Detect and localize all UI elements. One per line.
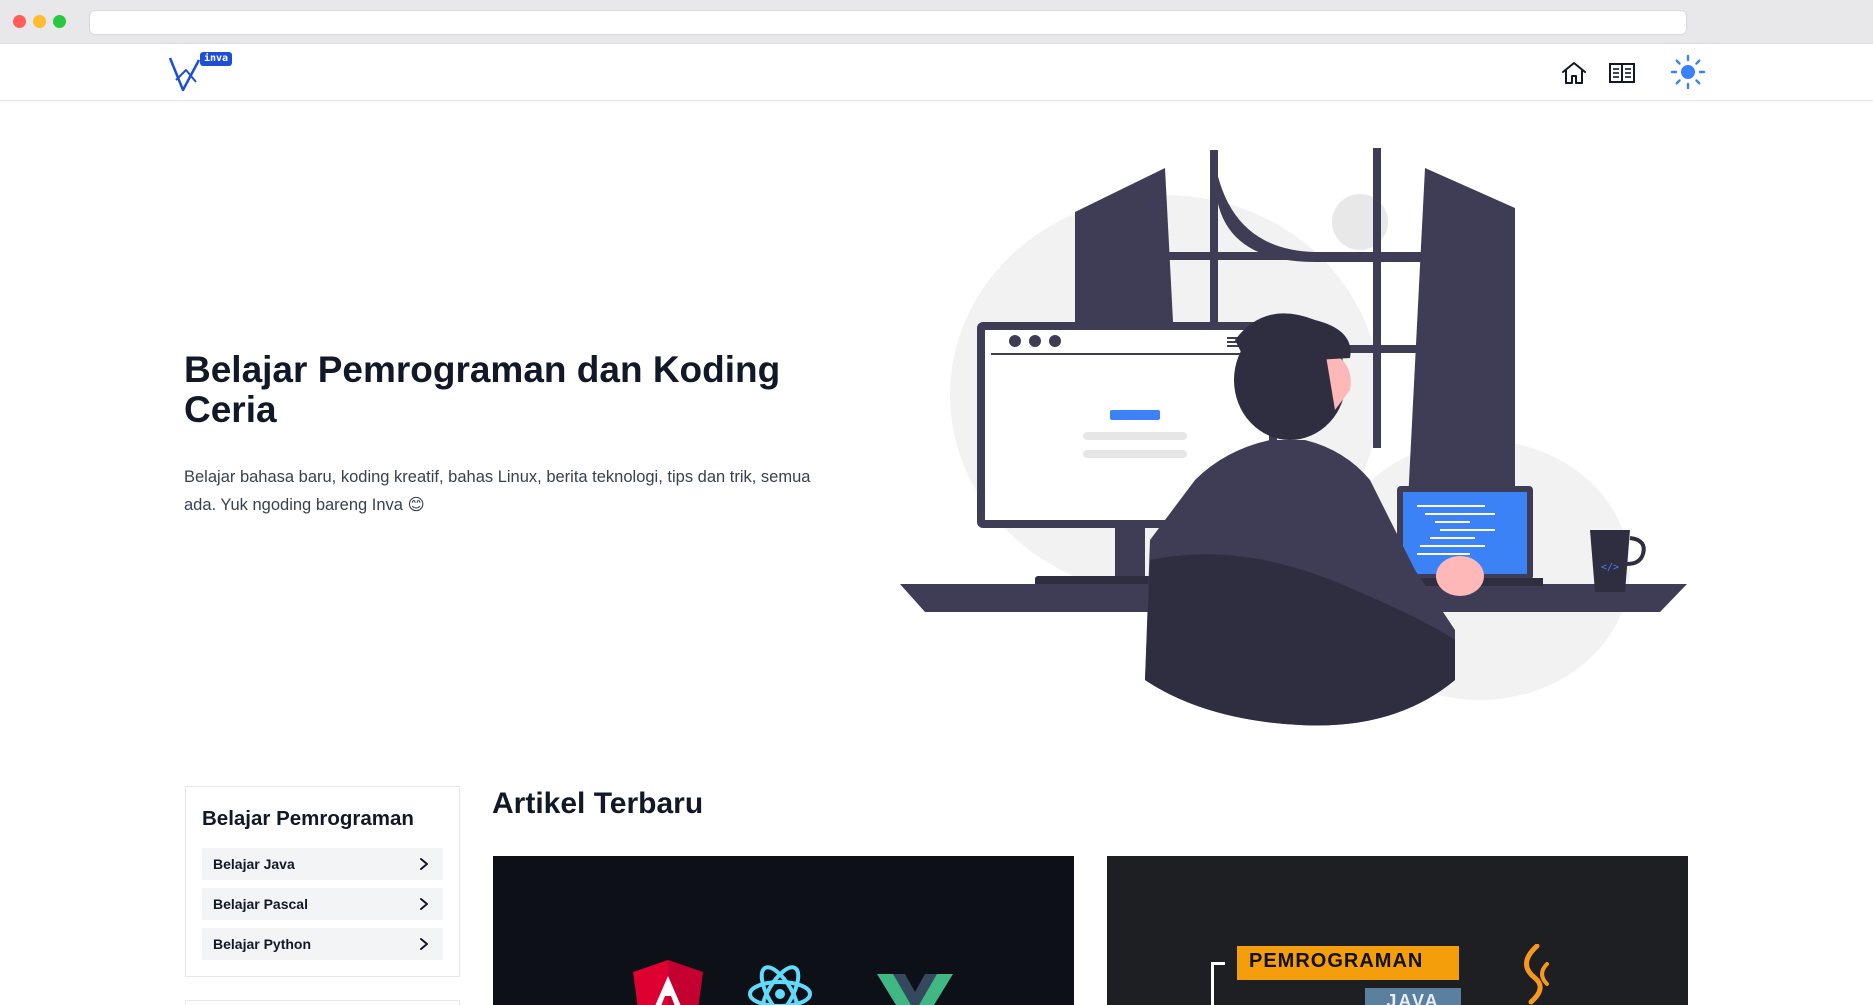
sidebar-title: Belajar Pemrograman: [202, 807, 414, 830]
svg-text:</>: </>: [1601, 562, 1619, 573]
sidebar-card: Belajar Pemrograman Belajar Java Belajar…: [185, 786, 460, 977]
sidebar-item-label: Belajar Java: [213, 856, 295, 872]
article-card[interactable]: [493, 856, 1074, 1005]
cover-subtitle: JAVA: [1365, 988, 1461, 1005]
sun-icon[interactable]: [1670, 54, 1706, 90]
sidebar-item-pascal[interactable]: Belajar Pascal: [202, 888, 443, 920]
vue-icon: [877, 974, 953, 1005]
maximize-window-button[interactable]: [53, 15, 66, 28]
article-cover-image: [633, 960, 953, 1005]
site-header: inva: [0, 44, 1873, 101]
logo-badge: inva: [200, 52, 233, 66]
browser-chrome: [0, 0, 1873, 44]
sidebar-item-label: Belajar Python: [213, 936, 312, 952]
cover-bracket: [1211, 962, 1225, 1005]
minimize-window-button[interactable]: [33, 15, 46, 28]
close-window-button[interactable]: [13, 15, 26, 28]
chevron-right-icon: [420, 938, 428, 950]
book-icon[interactable]: [1607, 58, 1637, 88]
home-icon[interactable]: [1559, 58, 1589, 88]
articles-section-title: Artikel Terbaru: [492, 787, 704, 820]
chevron-right-icon: [420, 858, 428, 870]
java-icon: [1524, 944, 1549, 1005]
article-card[interactable]: PEMROGRAMAN JAVA: [1107, 856, 1688, 1005]
hero-illustration: </>: [895, 140, 1695, 730]
hero-title: Belajar Pemrograman dan Koding Ceria: [184, 349, 781, 430]
sidebar-card-next: [185, 1000, 460, 1005]
sidebar-item-java[interactable]: Belajar Java: [202, 848, 443, 880]
angular-icon: [633, 960, 703, 1005]
address-bar[interactable]: [89, 10, 1687, 35]
sidebar-item-label: Belajar Pascal: [213, 896, 308, 912]
chevron-right-icon: [420, 898, 428, 910]
site-logo[interactable]: inva: [166, 52, 236, 94]
cover-title: PEMROGRAMAN: [1237, 946, 1459, 980]
hero-description: Belajar bahasa baru, koding kreatif, bah…: [184, 468, 811, 514]
sidebar-item-python[interactable]: Belajar Python: [202, 928, 443, 960]
